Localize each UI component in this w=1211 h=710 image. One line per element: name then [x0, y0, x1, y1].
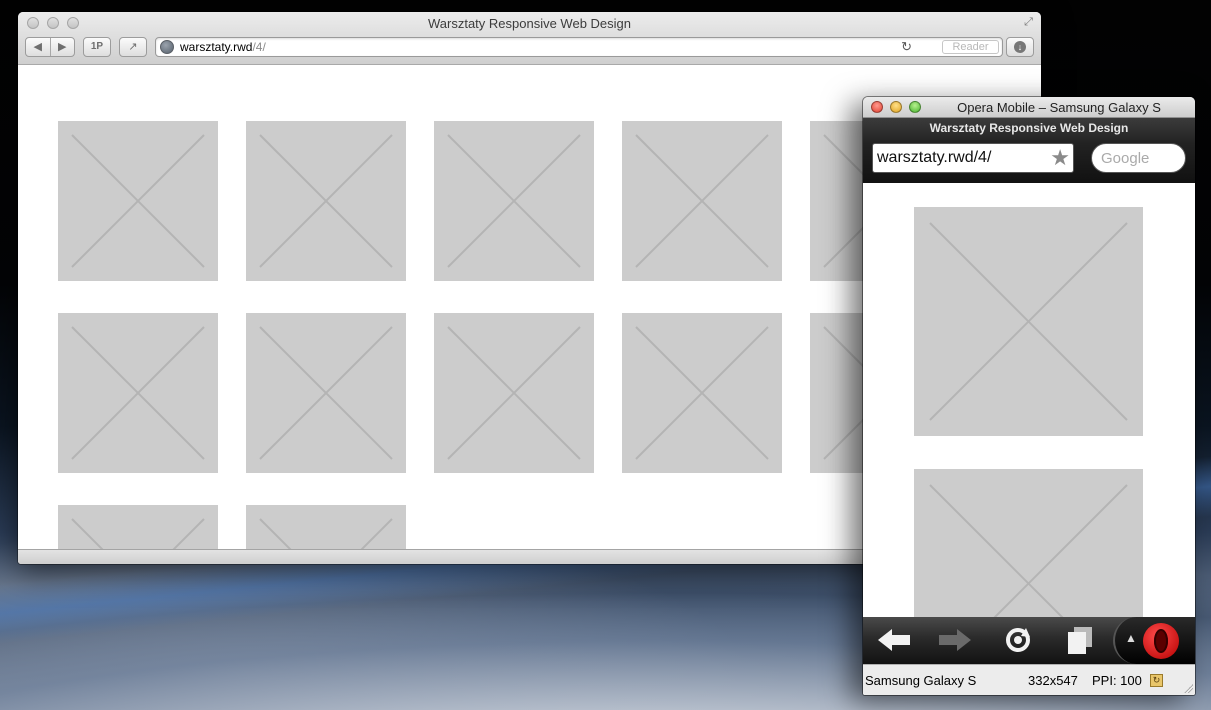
image-placeholder [58, 313, 218, 473]
star-icon[interactable]: ★ [1050, 145, 1070, 171]
back-icon[interactable]: ◀ [26, 38, 50, 56]
search-placeholder: Google [1101, 150, 1150, 167]
reload-icon[interactable]: ↻ [901, 38, 912, 56]
image-placeholder [434, 313, 594, 473]
back-icon[interactable] [872, 625, 916, 655]
downloads-button[interactable]: ↓ [1006, 37, 1034, 57]
address-field[interactable]: warsztaty.rwd/4/ ★ [872, 143, 1074, 173]
safari-titlebar[interactable]: Warsztaty Responsive Web Design ⤢ ◀ ▶ 1P… [18, 12, 1041, 65]
forward-icon[interactable]: ▶ [49, 38, 75, 56]
opera-menu-button[interactable]: ▲ [1113, 617, 1195, 664]
share-icon[interactable]: ↗ [119, 37, 147, 57]
image-placeholder [434, 121, 594, 281]
image-placeholder [246, 505, 406, 549]
opera-titlebar[interactable]: Opera Mobile – Samsung Galaxy S [863, 97, 1195, 118]
url-host: warsztaty.rwd [180, 40, 253, 54]
url-text: warsztaty.rwd/4/ [180, 40, 266, 54]
mobile-page-content[interactable] [863, 183, 1195, 617]
onepassword-button[interactable]: 1P [83, 37, 111, 57]
window-title: Warsztaty Responsive Web Design [427, 16, 632, 31]
status-device: Samsung Galaxy S [865, 673, 977, 688]
opera-toolbar: ▲ [863, 617, 1195, 664]
globe-icon [160, 40, 174, 54]
menu-arrow-icon: ▲ [1125, 631, 1137, 645]
fullscreen-icon[interactable]: ⤢ [1022, 16, 1035, 29]
resize-grip[interactable] [1184, 684, 1193, 693]
forward-icon[interactable] [933, 625, 977, 655]
search-field[interactable]: Google [1091, 143, 1186, 173]
page-title: Warsztaty Responsive Web Design [929, 121, 1129, 135]
emulator-status-bar: Samsung Galaxy S 332x547 PPI: 100 ↻ [863, 664, 1195, 695]
opera-logo [1143, 623, 1179, 659]
url-path: /4/ [252, 40, 266, 54]
image-placeholder [914, 469, 1143, 617]
image-placeholder [622, 121, 782, 281]
download-icon: ↓ [1014, 41, 1026, 53]
image-placeholder [58, 505, 218, 549]
rotate-icon[interactable]: ↻ [1150, 674, 1163, 687]
tabs-icon[interactable] [1058, 625, 1102, 655]
image-placeholder [914, 207, 1143, 436]
safari-toolbar: ◀ ▶ 1P ↗ warsztaty.rwd/4/ ↻ Reader ↓ [25, 37, 1034, 57]
status-ppi: PPI: 100 [1092, 673, 1142, 688]
opera-mobile-window: Opera Mobile – Samsung Galaxy S Warsztat… [863, 97, 1195, 695]
back-forward-group: ◀ ▶ [25, 37, 75, 57]
refresh-icon[interactable] [996, 625, 1040, 655]
address-bar[interactable]: warsztaty.rwd/4/ ↻ Reader [155, 37, 1003, 57]
image-placeholder [58, 121, 218, 281]
status-resolution: 332x547 [1028, 673, 1078, 688]
image-placeholder [246, 121, 406, 281]
window-title: Opera Mobile – Samsung Galaxy S [957, 100, 1161, 115]
url-text: warsztaty.rwd/4/ [877, 149, 992, 166]
image-placeholder [622, 313, 782, 473]
image-placeholder [246, 313, 406, 473]
reader-button[interactable]: Reader [942, 40, 999, 54]
opera-header: Warsztaty Responsive Web Design warsztat… [863, 118, 1195, 183]
